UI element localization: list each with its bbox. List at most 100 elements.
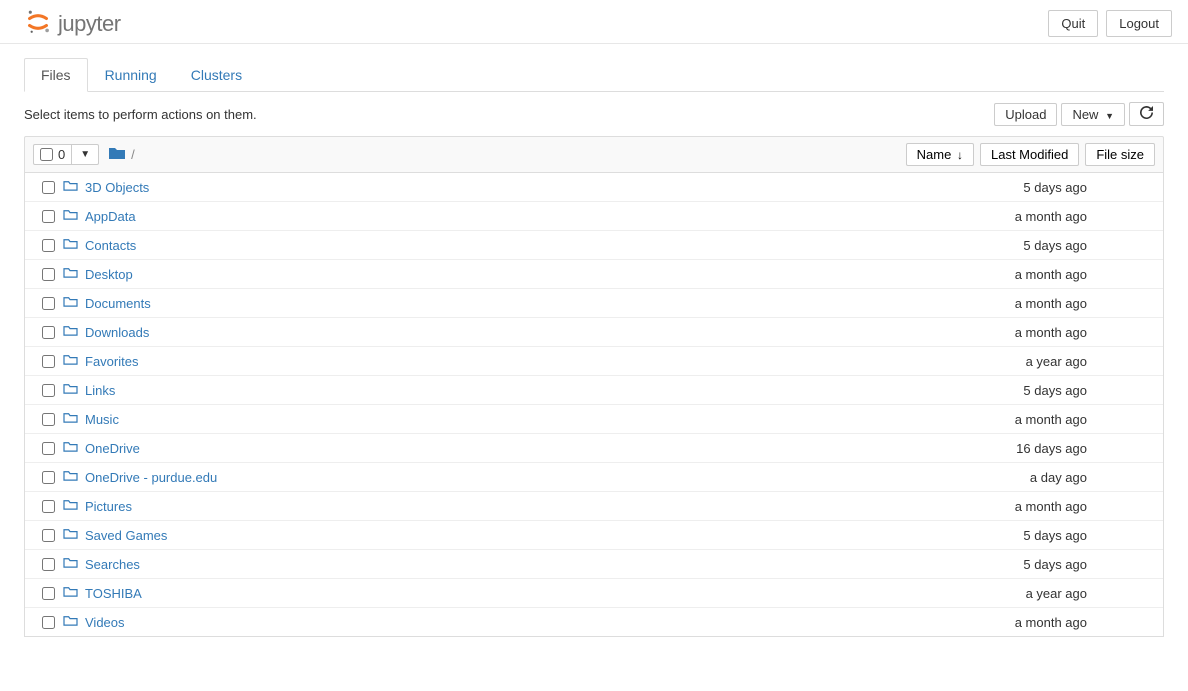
row-checkbox[interactable]: [42, 239, 55, 252]
row-checkbox-cell: [33, 210, 63, 223]
row-modified: 5 days ago: [915, 180, 1095, 195]
row-name[interactable]: Saved Games: [85, 528, 915, 543]
tab-files[interactable]: Files: [24, 58, 88, 92]
list-header: 0 ▼ / Name ↓ Last Modified File size: [24, 136, 1164, 173]
row-checkbox[interactable]: [42, 471, 55, 484]
row-name[interactable]: TOSHIBA: [85, 586, 915, 601]
row-name[interactable]: Searches: [85, 557, 915, 572]
row-modified: 5 days ago: [915, 383, 1095, 398]
column-modified-button[interactable]: Last Modified: [980, 143, 1079, 166]
row-modified: 5 days ago: [915, 557, 1095, 572]
row-checkbox[interactable]: [42, 413, 55, 426]
select-controls: 0 ▼: [33, 144, 99, 165]
folder-root-icon[interactable]: [109, 146, 125, 164]
folder-icon: [63, 324, 85, 340]
row-checkbox[interactable]: [42, 384, 55, 397]
row-modified: a year ago: [915, 586, 1095, 601]
folder-icon: [63, 411, 85, 427]
select-count: 0: [58, 147, 65, 162]
breadcrumb-separator: /: [131, 147, 135, 162]
select-all-group[interactable]: 0: [34, 145, 72, 164]
row-checkbox-cell: [33, 413, 63, 426]
row-name[interactable]: Documents: [85, 296, 915, 311]
jupyter-logo[interactable]: jupyter: [24, 8, 121, 39]
row-checkbox[interactable]: [42, 326, 55, 339]
select-dropdown[interactable]: ▼: [72, 147, 98, 162]
row-checkbox-cell: [33, 616, 63, 629]
folder-icon: [63, 556, 85, 572]
folder-icon: [63, 498, 85, 514]
row-name[interactable]: Desktop: [85, 267, 915, 282]
row-name[interactable]: Videos: [85, 615, 915, 630]
row-modified: 5 days ago: [915, 238, 1095, 253]
toolbar-actions: Upload New ▼: [994, 102, 1164, 126]
column-name-label: Name: [917, 147, 952, 162]
row-checkbox[interactable]: [42, 355, 55, 368]
row-checkbox[interactable]: [42, 558, 55, 571]
file-row: Searches5 days ago: [25, 550, 1163, 579]
caret-down-icon: ▼: [1105, 111, 1114, 121]
file-row: Documentsa month ago: [25, 289, 1163, 318]
file-row: AppDataa month ago: [25, 202, 1163, 231]
row-name[interactable]: 3D Objects: [85, 180, 915, 195]
row-checkbox[interactable]: [42, 587, 55, 600]
select-all-checkbox[interactable]: [40, 148, 53, 161]
upload-button[interactable]: Upload: [994, 103, 1057, 126]
row-checkbox[interactable]: [42, 500, 55, 513]
header-bar: jupyter Quit Logout: [0, 0, 1188, 44]
file-row: OneDrive - purdue.edua day ago: [25, 463, 1163, 492]
column-size-button[interactable]: File size: [1085, 143, 1155, 166]
jupyter-logo-icon: [24, 8, 52, 39]
row-modified: a month ago: [915, 209, 1095, 224]
row-modified: 16 days ago: [915, 441, 1095, 456]
row-checkbox[interactable]: [42, 616, 55, 629]
file-row: 3D Objects5 days ago: [25, 173, 1163, 202]
folder-icon: [63, 469, 85, 485]
row-name[interactable]: Pictures: [85, 499, 915, 514]
new-button-label: New: [1072, 107, 1098, 122]
row-modified: a month ago: [915, 615, 1095, 630]
row-name[interactable]: AppData: [85, 209, 915, 224]
new-button[interactable]: New ▼: [1061, 103, 1125, 126]
row-modified: a month ago: [915, 267, 1095, 282]
refresh-button[interactable]: [1129, 102, 1164, 126]
row-checkbox[interactable]: [42, 210, 55, 223]
row-name[interactable]: Links: [85, 383, 915, 398]
file-row: Links5 days ago: [25, 376, 1163, 405]
folder-icon: [63, 295, 85, 311]
row-checkbox[interactable]: [42, 268, 55, 281]
column-name-button[interactable]: Name ↓: [906, 143, 974, 166]
row-modified: 5 days ago: [915, 528, 1095, 543]
row-name[interactable]: OneDrive - purdue.edu: [85, 470, 915, 485]
folder-icon: [63, 237, 85, 253]
row-checkbox-cell: [33, 500, 63, 513]
file-list: 3D Objects5 days agoAppDataa month agoCo…: [24, 173, 1164, 637]
file-row: Downloadsa month ago: [25, 318, 1163, 347]
row-checkbox[interactable]: [42, 181, 55, 194]
jupyter-logo-text: jupyter: [58, 11, 121, 37]
row-name[interactable]: OneDrive: [85, 441, 915, 456]
tab-running[interactable]: Running: [88, 58, 174, 92]
row-checkbox-cell: [33, 239, 63, 252]
tab-clusters[interactable]: Clusters: [174, 58, 259, 92]
toolbar-hint: Select items to perform actions on them.: [24, 107, 257, 122]
row-modified: a month ago: [915, 296, 1095, 311]
quit-button[interactable]: Quit: [1048, 10, 1098, 37]
folder-icon: [63, 382, 85, 398]
folder-icon: [63, 179, 85, 195]
file-row: TOSHIBAa year ago: [25, 579, 1163, 608]
row-checkbox[interactable]: [42, 297, 55, 310]
folder-icon: [63, 614, 85, 630]
row-name[interactable]: Downloads: [85, 325, 915, 340]
row-modified: a month ago: [915, 412, 1095, 427]
row-name[interactable]: Music: [85, 412, 915, 427]
row-checkbox[interactable]: [42, 529, 55, 542]
folder-icon: [63, 585, 85, 601]
row-name[interactable]: Favorites: [85, 354, 915, 369]
row-checkbox[interactable]: [42, 442, 55, 455]
file-row: Favoritesa year ago: [25, 347, 1163, 376]
logout-button[interactable]: Logout: [1106, 10, 1172, 37]
row-modified: a day ago: [915, 470, 1095, 485]
row-name[interactable]: Contacts: [85, 238, 915, 253]
file-row: Videosa month ago: [25, 608, 1163, 636]
